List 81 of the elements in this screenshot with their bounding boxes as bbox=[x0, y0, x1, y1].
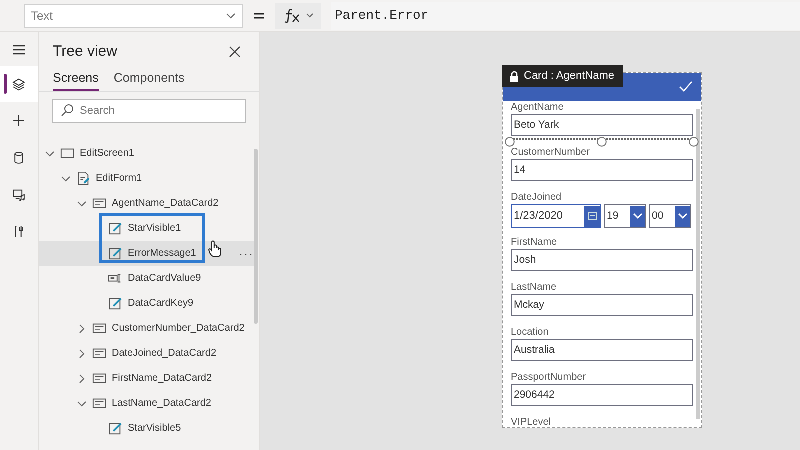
card-icon bbox=[92, 321, 107, 336]
field-label: DateJoined bbox=[511, 193, 563, 203]
search-icon bbox=[61, 104, 74, 117]
tree-item-label: ErrorMessage1 bbox=[128, 248, 196, 259]
tree-item-label: StarVisible5 bbox=[128, 423, 182, 434]
field-label: VIPLevel bbox=[511, 418, 552, 427]
chevron-down-icon[interactable] bbox=[61, 174, 71, 184]
tree-item[interactable]: CustomerNumber_DataCard2 bbox=[39, 316, 259, 341]
scrollbar[interactable] bbox=[696, 109, 700, 419]
tree-item-label: DateJoined_DataCard2 bbox=[112, 348, 217, 359]
more-options-button[interactable]: ··· bbox=[239, 246, 254, 260]
text-input[interactable]: 14 bbox=[511, 159, 693, 181]
chevron-down-icon[interactable] bbox=[45, 148, 55, 158]
fx-icon bbox=[282, 8, 302, 24]
field-label: AgentName bbox=[511, 103, 565, 113]
field-label: FirstName bbox=[511, 238, 558, 248]
property-dropdown[interactable]: Text bbox=[24, 4, 243, 28]
menu-icon[interactable] bbox=[12, 44, 26, 56]
text-input[interactable]: Beto Yark bbox=[511, 114, 693, 136]
edit-label-icon bbox=[108, 296, 123, 311]
text-input[interactable]: Mckay bbox=[511, 294, 693, 316]
chevron-down-icon[interactable] bbox=[77, 398, 87, 408]
tree-item-label: StarVisible1 bbox=[128, 223, 182, 234]
tree-item-label: CustomerNumber_DataCard2 bbox=[112, 323, 245, 334]
formula-field[interactable]: Parent.Error bbox=[331, 2, 800, 30]
tree-item[interactable]: EditScreen1 bbox=[39, 141, 259, 166]
layers-icon[interactable] bbox=[0, 66, 38, 102]
edit-label-icon bbox=[108, 221, 123, 236]
tree-item-label: DataCardKey9 bbox=[128, 298, 194, 309]
hand-cursor-icon bbox=[208, 240, 222, 258]
chevron-down-icon[interactable] bbox=[77, 198, 87, 208]
tab[interactable]: Screens bbox=[53, 70, 99, 91]
function-button[interactable] bbox=[275, 2, 321, 28]
date-picker[interactable]: 1/23/2020 bbox=[511, 204, 601, 228]
chevron-right-icon[interactable] bbox=[77, 374, 87, 384]
screen-icon bbox=[60, 146, 75, 161]
tree-item[interactable]: StarVisible5 bbox=[39, 416, 259, 441]
tree-item-label: LastName_DataCard2 bbox=[112, 398, 212, 409]
text-input[interactable]: 2906442 bbox=[511, 384, 693, 406]
calendar-icon bbox=[588, 212, 596, 220]
chevron-right-icon[interactable] bbox=[77, 324, 87, 334]
card-icon bbox=[92, 196, 107, 211]
resize-handles[interactable] bbox=[505, 137, 699, 147]
tree-item[interactable]: AgentName_DataCard2 bbox=[39, 191, 259, 216]
lock-icon bbox=[510, 70, 519, 82]
chevron-down-icon bbox=[678, 212, 688, 220]
minute-dropdown[interactable]: 00 bbox=[649, 204, 691, 228]
tree-item-label: FirstName_DataCard2 bbox=[112, 373, 212, 384]
close-icon[interactable] bbox=[229, 46, 241, 58]
field-label: LastName bbox=[511, 283, 558, 293]
tree-item-label: EditScreen1 bbox=[80, 148, 134, 159]
tab[interactable]: Components bbox=[114, 70, 185, 91]
chevron-right-icon[interactable] bbox=[77, 348, 87, 358]
tree-item[interactable]: LastName_DataCard2 bbox=[39, 391, 259, 416]
card-icon bbox=[92, 371, 107, 386]
form-icon bbox=[76, 171, 91, 186]
text-input[interactable]: Australia bbox=[511, 339, 693, 361]
tree-item[interactable]: DateJoined_DataCard2 bbox=[39, 341, 259, 366]
check-icon[interactable] bbox=[679, 81, 693, 93]
edit-label-icon bbox=[108, 421, 123, 436]
card-icon bbox=[92, 346, 107, 361]
tree-item[interactable]: DataCardValue9 bbox=[39, 266, 259, 291]
tree-item[interactable]: FirstName_DataCard2 bbox=[39, 366, 259, 391]
text-input[interactable]: Josh bbox=[511, 249, 693, 271]
chevron-down-icon bbox=[632, 212, 642, 220]
tooltip-text: Card : AgentName bbox=[524, 70, 614, 82]
chevron-down-icon bbox=[226, 12, 236, 20]
tree-item-label: DataCardValue9 bbox=[128, 273, 202, 284]
chevron-down-icon bbox=[306, 12, 314, 18]
field-label: CustomerNumber bbox=[511, 148, 591, 158]
search-field[interactable]: Search bbox=[52, 99, 246, 123]
edit-label-icon bbox=[108, 246, 123, 261]
tree-item-label: EditForm1 bbox=[96, 173, 142, 184]
hour-dropdown[interactable]: 19 bbox=[604, 204, 646, 228]
tree-item-label: AgentName_DataCard2 bbox=[112, 198, 219, 209]
field-label: Location bbox=[511, 328, 550, 338]
panel-title: Tree view bbox=[53, 43, 118, 60]
field-label: PassportNumber bbox=[511, 373, 588, 383]
tree-item[interactable]: DataCardKey9 bbox=[39, 291, 259, 316]
card-icon bbox=[92, 396, 107, 411]
tree-item[interactable]: EditForm1 bbox=[39, 166, 259, 191]
